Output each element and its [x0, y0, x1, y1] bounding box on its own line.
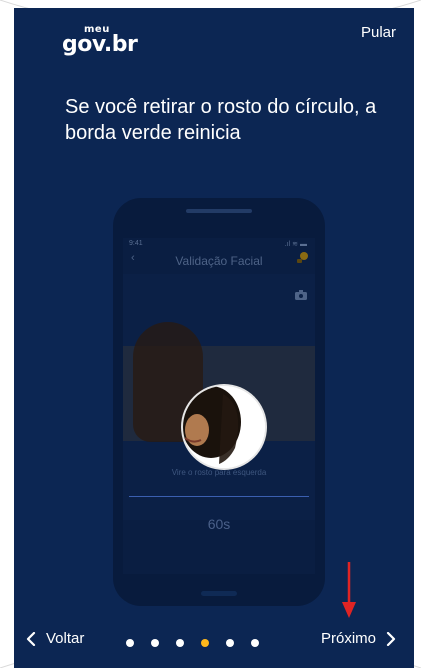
back-label: Voltar [46, 630, 85, 647]
page-indicator [126, 639, 259, 647]
page-dot-2[interactable] [151, 639, 159, 647]
chevron-right-icon [386, 631, 396, 646]
phone-screen-preview: 9:41 .ıl ≋ ▬ ‹ Validação Facial Vire o r… [123, 238, 315, 574]
skip-button[interactable]: Pular [361, 24, 396, 41]
page-dot-6[interactable] [251, 639, 259, 647]
phone-home-indicator [201, 591, 237, 596]
face-capture-circle [183, 386, 265, 468]
pencil-icon [297, 252, 308, 263]
logo-govbr-text: gov.br [62, 32, 138, 57]
page-dot-4-active[interactable] [201, 639, 209, 647]
app-stage: meu gov.br Pular Se você retirar o rosto… [0, 0, 421, 668]
phone-timer: 60s [207, 516, 231, 532]
onboarding-screen: meu gov.br Pular Se você retirar o rosto… [14, 8, 414, 668]
phone-screen-title: Validação Facial [175, 254, 263, 268]
back-button[interactable]: Voltar [26, 630, 84, 647]
next-button[interactable]: Próximo [321, 630, 396, 647]
phone-progress-line [129, 496, 309, 497]
camera-icon [295, 290, 307, 300]
page-dot-1[interactable] [126, 639, 134, 647]
page-dot-5[interactable] [226, 639, 234, 647]
next-label: Próximo [320, 630, 376, 647]
phone-instruction: Vire o rosto para esquerda [171, 468, 267, 477]
face-photo [183, 386, 265, 468]
page-dot-3[interactable] [176, 639, 184, 647]
chevron-left-icon [26, 631, 36, 646]
red-arrow-down-icon [342, 562, 356, 618]
phone-earpiece [186, 209, 252, 213]
phone-illustration: 9:41 .ıl ≋ ▬ ‹ Validação Facial Vire o r… [113, 198, 325, 606]
page-title: Se você retirar o rosto do círculo, a bo… [65, 96, 377, 144]
phone-status-time: 9:41 [129, 240, 143, 247]
phone-status-icons: .ıl ≋ ▬ [284, 241, 307, 248]
